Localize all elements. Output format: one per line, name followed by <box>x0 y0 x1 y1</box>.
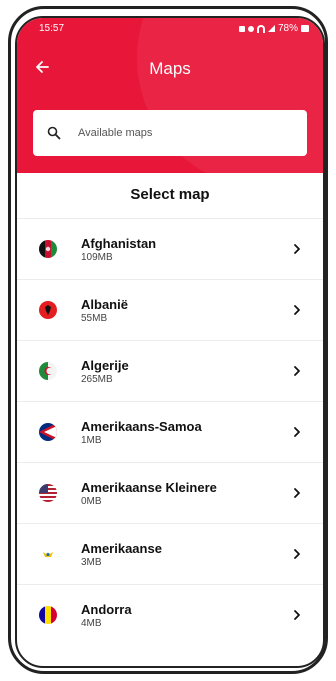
map-list: Afghanistan 109MB Albanië 55MB Algerije … <box>17 218 323 645</box>
chevron-right-icon <box>289 302 305 318</box>
notification-icon <box>238 25 245 32</box>
algeria-flag-icon <box>39 362 57 380</box>
search-box[interactable] <box>33 110 307 156</box>
map-size: 1MB <box>81 435 102 446</box>
search-input[interactable] <box>76 126 280 140</box>
list-item-amerikaanse[interactable]: Amerikaanse 3MB <box>17 523 323 584</box>
albania-flag-icon <box>39 301 57 319</box>
app-screen: 15:57 78% Maps Select map <box>15 16 325 668</box>
wifi-icon <box>256 24 265 33</box>
mute-icon <box>247 25 254 32</box>
status-bar: 15:57 78% <box>17 18 323 36</box>
battery-percent: 78% <box>277 23 298 34</box>
status-icons: 78% <box>238 23 309 34</box>
list-item-albanie[interactable]: Albanië 55MB <box>17 279 323 340</box>
country-name: Albanië <box>81 297 128 312</box>
american-samoa-flag-icon <box>39 423 57 441</box>
chevron-right-icon <box>289 485 305 501</box>
signal-icon <box>267 25 275 32</box>
list-item-andorra[interactable]: Andorra 4MB <box>17 584 323 645</box>
country-name: Algerije <box>81 358 129 373</box>
country-name: Amerikaans-Samoa <box>81 419 202 434</box>
map-size: 55MB <box>81 313 108 324</box>
map-size: 109MB <box>81 252 113 263</box>
app-header: 15:57 78% Maps <box>17 18 323 173</box>
status-time: 15:57 <box>39 23 65 34</box>
country-name: Amerikaanse <box>81 541 162 556</box>
list-item-amerikaanse-kleinere[interactable]: Amerikaanse Kleinere 0MB <box>17 462 323 523</box>
map-size: 3MB <box>81 557 102 568</box>
chevron-right-icon <box>289 241 305 257</box>
afghanistan-flag-icon <box>39 240 57 258</box>
page-title: Maps <box>149 59 191 78</box>
country-name: Afghanistan <box>81 236 157 251</box>
chevron-right-icon <box>289 424 305 440</box>
map-size: 265MB <box>81 374 113 385</box>
battery-icon <box>301 25 309 32</box>
list-item-algerije[interactable]: Algerije 265MB <box>17 340 323 401</box>
map-size: 0MB <box>81 496 102 507</box>
andorra-flag-icon <box>39 606 57 624</box>
us-virgin-islands-flag-icon <box>39 545 57 563</box>
us-flag-icon <box>39 484 57 502</box>
section-title: Select map <box>130 186 210 203</box>
chevron-right-icon <box>289 607 305 623</box>
chevron-right-icon <box>289 546 305 562</box>
map-size: 4MB <box>81 618 102 629</box>
chevron-right-icon <box>289 363 305 379</box>
country-name: Andorra <box>81 602 132 617</box>
list-item-afghanistan[interactable]: Afghanistan 109MB <box>17 218 323 279</box>
search-icon <box>47 126 61 140</box>
country-name: Amerikaanse Kleinere <box>81 480 217 495</box>
list-item-amerikaans-samoa[interactable]: Amerikaans-Samoa 1MB <box>17 401 323 462</box>
